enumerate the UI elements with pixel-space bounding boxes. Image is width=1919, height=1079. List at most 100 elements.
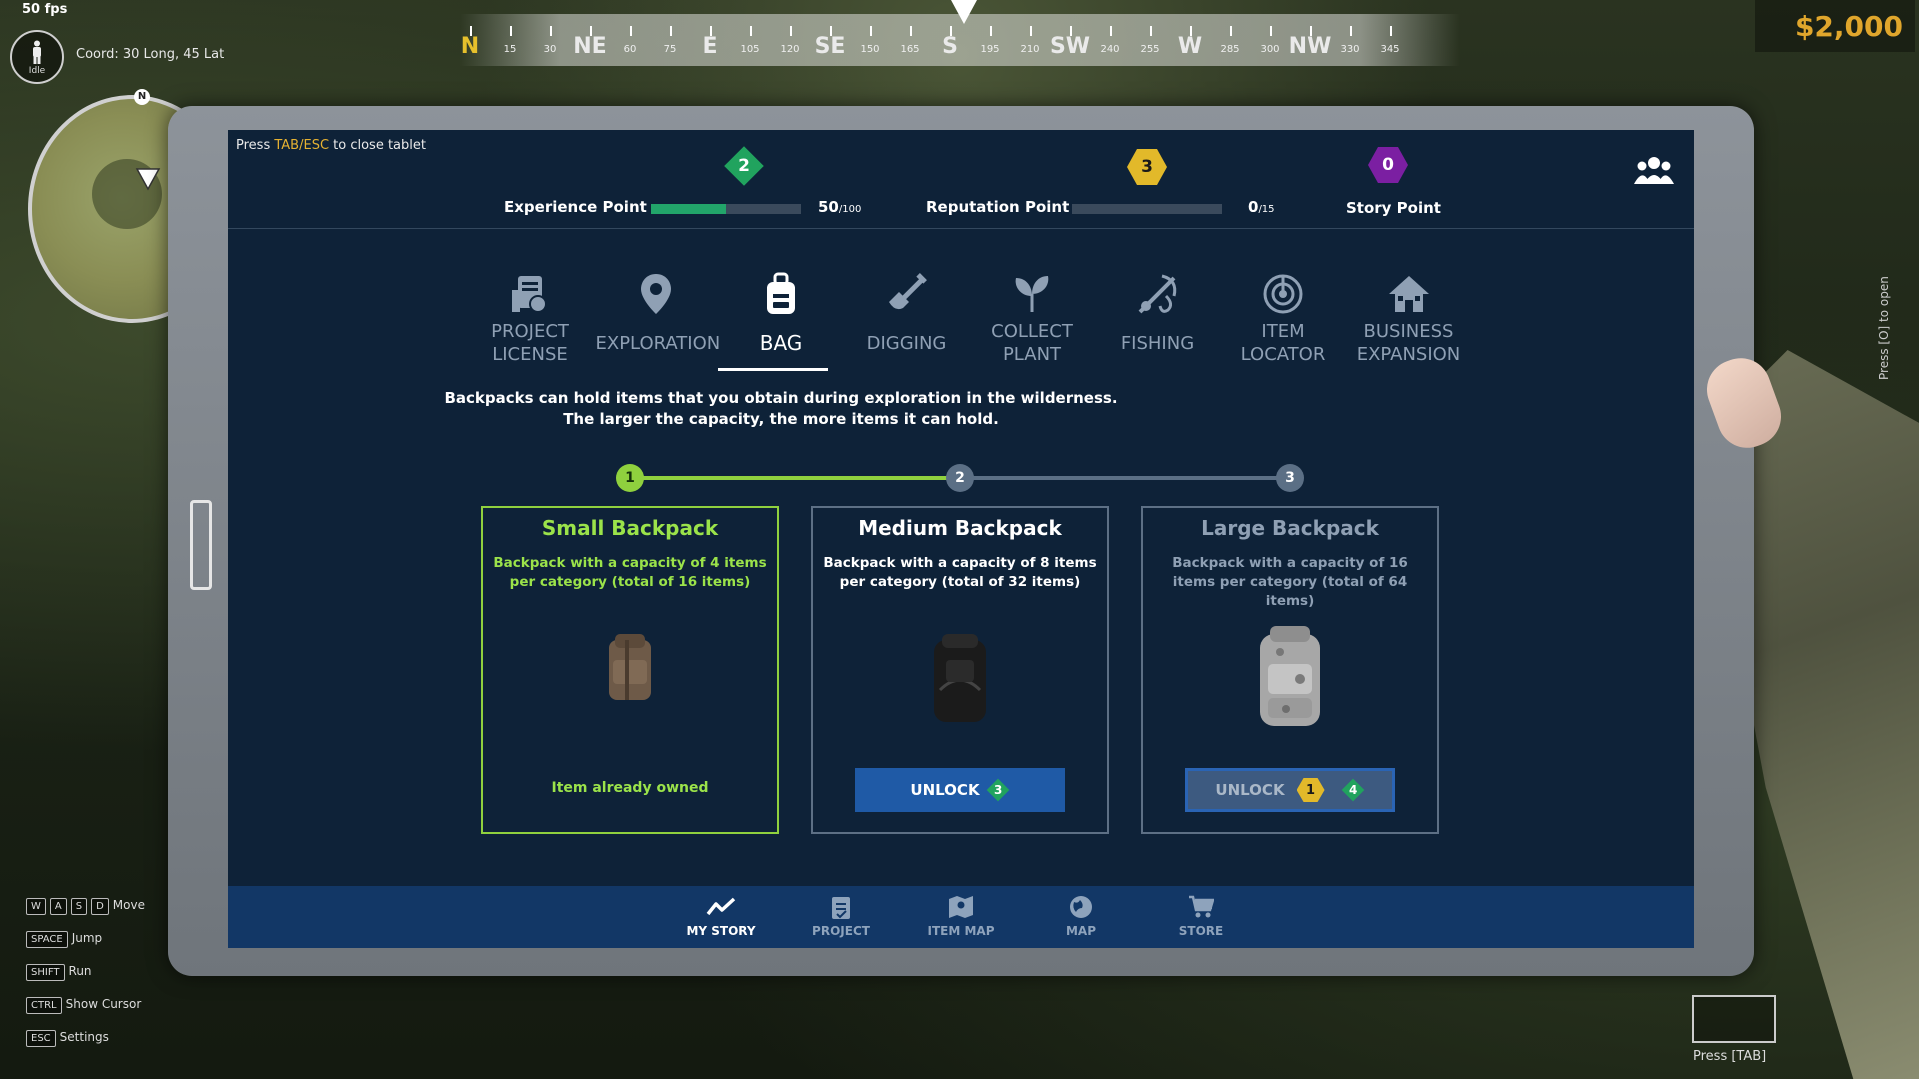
compass-tick: [1070, 26, 1072, 36]
press-o-label: Press [O] to open: [1877, 276, 1891, 380]
large-backpack-title: Large Backpack: [1201, 516, 1379, 540]
compass-direction-w: W: [1177, 34, 1203, 59]
locator-icon: [1223, 270, 1343, 316]
compass-direction-sw: SW: [1049, 34, 1091, 59]
tab-fishing[interactable]: FISHING: [1098, 270, 1218, 355]
tab-key-slot: [1692, 995, 1776, 1043]
experience-max: /100: [838, 204, 862, 215]
compass-degree-345: 345: [1380, 44, 1400, 55]
medium-unlock-xp-cost: 3: [993, 782, 1002, 797]
step-3: 3: [1276, 464, 1304, 492]
tab-label: FISHING: [1120, 333, 1195, 354]
tab-business-expansion[interactable]: BUSINESS EXPANSION: [1349, 270, 1469, 366]
keycap: W: [26, 898, 46, 915]
chart-line-icon: [676, 894, 766, 920]
hotkey-label: Settings: [59, 1030, 109, 1044]
compass-direction-n: N: [460, 34, 480, 59]
map-marker-icon: [916, 894, 1006, 920]
keycap: A: [49, 898, 67, 915]
large-backpack-icon: [1260, 626, 1320, 726]
minimap-north-marker: N: [134, 89, 150, 105]
bag-description-line-1: Backpacks can hold items that you obtain…: [444, 389, 1118, 407]
compass-tick: [1230, 26, 1232, 36]
compass-degree-105: 105: [740, 44, 760, 55]
compass-degree-15: 15: [503, 44, 517, 55]
keycap: SHIFT: [26, 964, 65, 981]
press-tab-label: Press [TAB]: [1693, 1049, 1767, 1064]
hotkey-label: Run: [68, 964, 92, 978]
friends-icon[interactable]: [1634, 154, 1674, 188]
bag-description: Backpacks can hold items that you obtain…: [228, 388, 1376, 430]
compass-tick: [510, 26, 512, 36]
large-backpack-description: Backpack with a capacity of 16 items per…: [1172, 555, 1408, 609]
compass-direction-s: S: [942, 34, 958, 59]
active-tab-underline: [718, 368, 828, 371]
compass-direction-se: SE: [814, 34, 846, 59]
tab-bag[interactable]: BAG: [721, 270, 841, 355]
compass-tick: [550, 26, 552, 36]
tab-exploration[interactable]: EXPLORATION: [596, 270, 720, 355]
compass-degree-255: 255: [1140, 44, 1160, 55]
close-hint: Press TAB/ESC to close tablet: [236, 138, 426, 153]
shovel-icon: [847, 270, 967, 316]
tablet-side-button[interactable]: [190, 500, 212, 590]
bag-description-line-2: The larger the capacity, the more items …: [563, 410, 999, 428]
tab-label: COLLECT PLANT: [991, 321, 1073, 365]
small-backpack-card[interactable]: Small Backpack Backpack with a capacity …: [481, 506, 779, 834]
experience-label: Experience Point: [504, 198, 647, 216]
fps-counter: 50 fps: [22, 2, 68, 17]
tab-label: ITEM LOCATOR: [1240, 321, 1326, 365]
compass-tick: [1350, 26, 1352, 36]
fishing-icon: [1098, 270, 1218, 316]
compass-tick: [1030, 26, 1032, 36]
experience-badge-value: 2: [738, 156, 750, 176]
tab-label: PROJECT LICENSE: [491, 321, 569, 365]
experience-progress-bar: [651, 204, 801, 214]
medium-backpack-description: Backpack with a capacity of 8 items per …: [823, 555, 1097, 590]
coordinates-readout: Coord: 30 Long, 45 Lat: [76, 47, 225, 62]
medium-backpack-card[interactable]: Medium Backpack Backpack with a capacity…: [811, 506, 1109, 834]
compass-degree-75: 75: [663, 44, 677, 55]
compass-tick: [470, 26, 472, 36]
step-1: 1: [616, 464, 644, 492]
keycap: SPACE: [26, 931, 68, 948]
large-backpack-card[interactable]: Large Backpack Backpack with a capacity …: [1141, 506, 1439, 834]
experience-value: 50/100: [818, 198, 861, 216]
compass-tick: [1150, 26, 1152, 36]
experience-cost-icon: 4: [1341, 778, 1364, 802]
tab-collect-plant[interactable]: COLLECT PLANT: [972, 270, 1092, 366]
hotkey-label: Show Cursor: [65, 997, 142, 1011]
compass-degree-60: 60: [623, 44, 637, 55]
nav-my-story[interactable]: MY STORY: [676, 894, 766, 938]
nav-map[interactable]: MAP: [1036, 894, 1126, 938]
money-display: $2,000: [1755, 0, 1915, 52]
large-backpack-unlock-button[interactable]: UNLOCK 1 4: [1185, 768, 1395, 812]
nav-store[interactable]: STORE: [1156, 894, 1246, 938]
hotkey-label: Jump: [71, 931, 103, 945]
reputation-progress-bar: [1072, 204, 1222, 214]
compass-degree-210: 210: [1020, 44, 1040, 55]
hotkey-row: SPACE Jump: [26, 931, 102, 948]
nav-item-map[interactable]: ITEM MAP: [916, 894, 1006, 938]
nav-label: MY STORY: [686, 924, 756, 938]
tab-label: BUSINESS EXPANSION: [1356, 321, 1461, 365]
nav-project[interactable]: PROJECT: [796, 894, 886, 938]
medium-backpack-unlock-button[interactable]: UNLOCK 3: [855, 768, 1065, 812]
backpack-icon: [721, 270, 841, 316]
plant-icon: [972, 270, 1092, 316]
compass-degree-165: 165: [900, 44, 920, 55]
compass-tick: [590, 26, 592, 36]
nav-label: MAP: [1065, 924, 1097, 938]
tab-label: DIGGING: [866, 333, 947, 354]
compass-degree-240: 240: [1100, 44, 1120, 55]
compass-tick: [830, 26, 832, 36]
tab-digging[interactable]: DIGGING: [847, 270, 967, 355]
small-backpack-title: Small Backpack: [541, 516, 719, 540]
experience-current: 50: [818, 198, 839, 216]
compass-degree-285: 285: [1220, 44, 1240, 55]
tab-item-locator[interactable]: ITEM LOCATOR: [1223, 270, 1343, 366]
compass-tick: [1110, 26, 1112, 36]
tab-project-license[interactable]: PROJECT LICENSE: [470, 270, 590, 366]
compass-tick: [1310, 26, 1312, 36]
person-icon: [33, 40, 41, 64]
